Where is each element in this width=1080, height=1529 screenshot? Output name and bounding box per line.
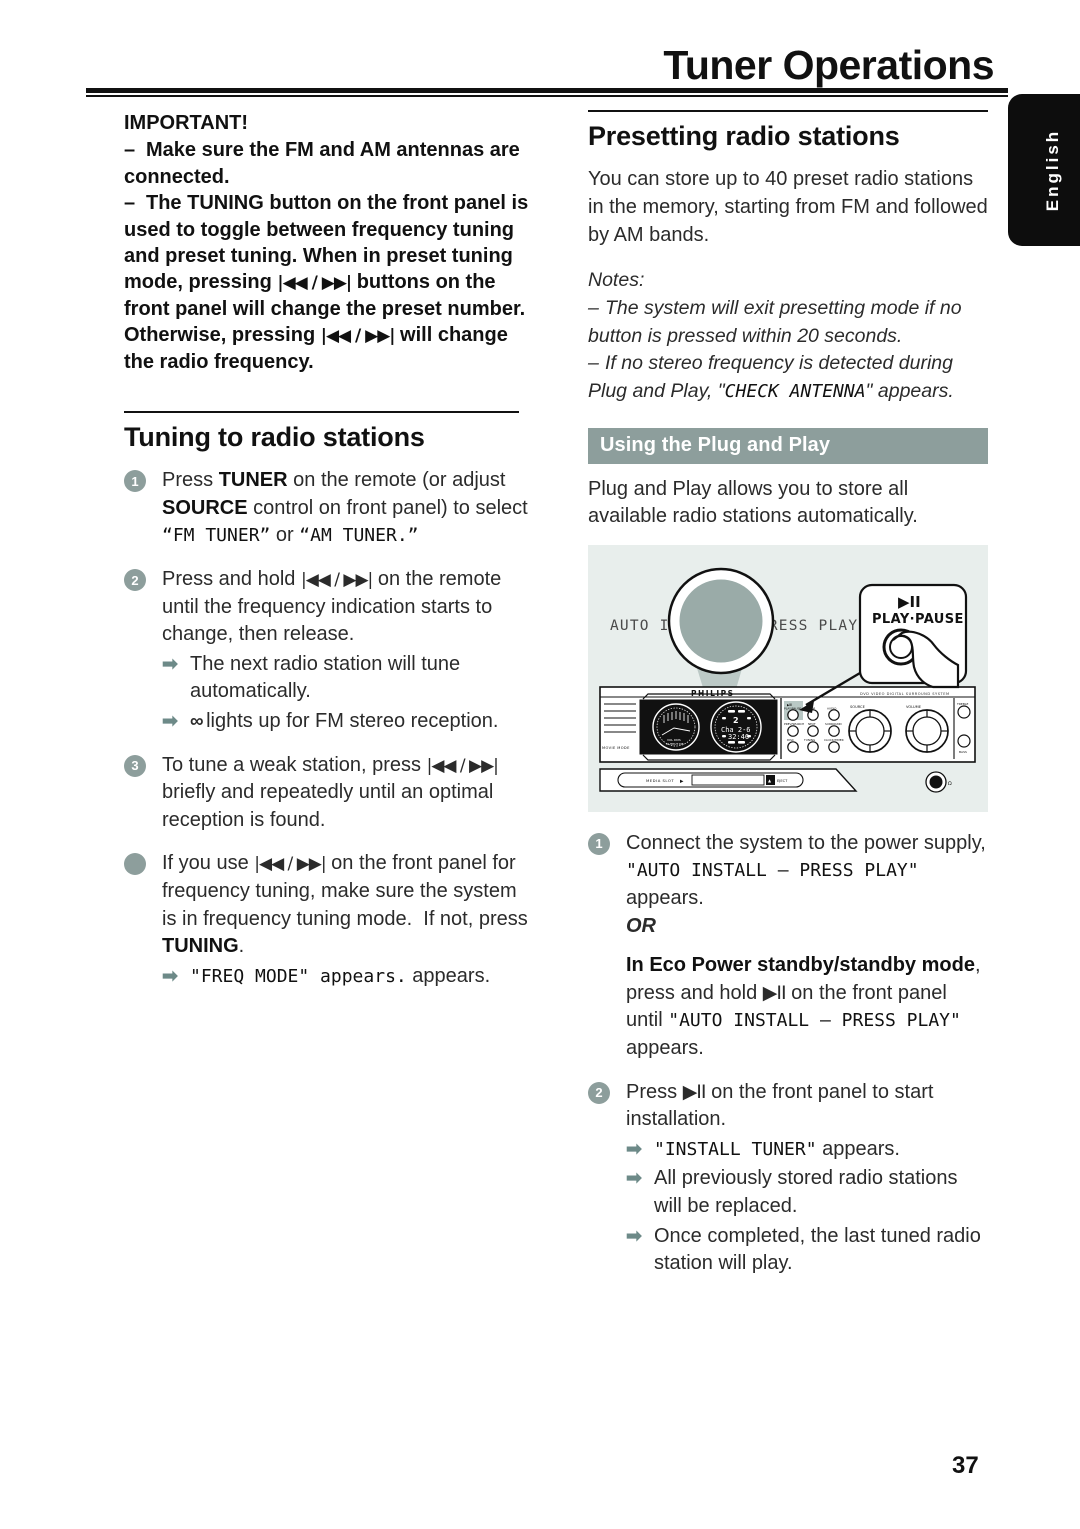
- section-divider: [124, 410, 519, 413]
- plug-and-play-body: Plug and Play allows you to store all av…: [588, 477, 918, 528]
- svg-text:DVD VIDEO DIGITAL SURROUND SYS: DVD VIDEO DIGITAL SURROUND SYSTEM: [860, 692, 950, 696]
- header-rule: [86, 88, 1008, 93]
- plug-and-play-subhead: Using the Plug and Play: [588, 427, 988, 464]
- presetting-heading: Presetting radio stations: [588, 121, 900, 151]
- appears-text: appears.: [406, 964, 491, 987]
- page-number: 37: [952, 1452, 979, 1479]
- step-marker: 1: [588, 832, 610, 855]
- lcd-text: "INSTALL TUNER": [654, 1138, 817, 1160]
- sub-item-text: The next radio station will tune automat…: [190, 652, 461, 703]
- important-title: IMPORTANT!: [124, 112, 249, 134]
- arrow-icon: ➡: [162, 711, 178, 733]
- left-column: IMPORTANT! – Make sure the FM and AM ante…: [124, 110, 536, 1006]
- lcd-text: "AUTO INSTALL – PRESS PLAY": [626, 860, 919, 882]
- dash-marker: –: [124, 192, 136, 215]
- arrow-icon: ➡: [626, 1138, 642, 1160]
- svg-text:Ω: Ω: [948, 781, 952, 787]
- sub-item-text: Once completed, the last tuned radio sta…: [654, 1224, 981, 1275]
- sub-item: ➡ "FREQ MODE" appears. appears.: [162, 963, 536, 991]
- svg-text:MEDIA SLOT: MEDIA SLOT: [646, 778, 674, 783]
- svg-text:2: 2: [733, 716, 739, 725]
- notes-label: Notes:: [588, 269, 645, 292]
- list-item: 2 Press ▶II on the front panel to start …: [588, 1079, 988, 1278]
- svg-text:BASS: BASS: [959, 750, 967, 754]
- or-label: OR: [626, 914, 656, 937]
- prev-next-glyph: |◀◀ / ▶▶|: [426, 755, 499, 776]
- svg-text:OUTPUT DB: OUTPUT DB: [666, 742, 684, 746]
- important-item-1: – Make sure the FM and AM antennas are co…: [124, 137, 536, 190]
- dash-marker: –: [588, 352, 599, 375]
- prev-next-glyph: |◀◀ / ▶▶|: [320, 326, 396, 347]
- eco-power-note: In Eco Power standby/standby mode, press …: [626, 954, 981, 1059]
- lcd-text: "FREQ MODE" appears.: [190, 965, 407, 987]
- pnp-step-1-text: Connect the system to the power supply, …: [626, 831, 986, 909]
- appears-text: appears.: [816, 1137, 900, 1160]
- list-item: 1 Connect the system to the power supply…: [588, 830, 988, 1063]
- arrow-icon: ➡: [626, 1225, 642, 1247]
- step-marker: 1: [124, 470, 146, 493]
- play-pause-glyph: ▶II: [762, 981, 787, 1004]
- sub-item: ➡ All previously stored radio stations wi…: [626, 1165, 988, 1220]
- list-item: 2 Press and hold |◀◀ / ▶▶| on the remote…: [124, 566, 536, 736]
- tuning-section-heading: Tuning to radio stations: [124, 421, 425, 452]
- sub-item-text: All previously stored radio stations wil…: [654, 1167, 958, 1217]
- page-title: Tuner Operations: [663, 42, 994, 88]
- svg-text:VOLUME: VOLUME: [906, 705, 922, 709]
- step-2-text: Press and hold |◀◀ / ▶▶| on the remote u…: [162, 568, 502, 646]
- header-rule-thin: [86, 95, 1008, 97]
- arrow-icon: ➡: [626, 1168, 642, 1190]
- language-tab-label: English: [1043, 128, 1062, 212]
- presetting-body: You can store up to 40 preset radio stat…: [588, 168, 988, 246]
- bullet-marker: [124, 853, 146, 876]
- svg-text:▶: ▶: [680, 779, 684, 784]
- step-marker: 2: [124, 569, 146, 592]
- arrow-icon: ➡: [162, 653, 178, 675]
- svg-text:SOURCE: SOURCE: [850, 705, 866, 709]
- step-1-text: Press TUNER on the remote (or adjust SOU…: [162, 469, 528, 547]
- eco-power-bold: In Eco Power standby/standby mode: [626, 954, 975, 977]
- prev-next-glyph: |◀◀ / ▶▶|: [277, 273, 352, 294]
- language-tab: English: [1008, 94, 1080, 246]
- play-pause-glyph: ▶II: [682, 1080, 707, 1103]
- stereo-icon: ∞: [190, 711, 203, 733]
- sub-item: ➡ The next radio station will tune automa…: [162, 651, 536, 706]
- list-item: 1 Press TUNER on the remote (or adjust S…: [124, 467, 536, 550]
- step-3-text: To tune a weak station, press |◀◀ / ▶▶| …: [162, 753, 499, 831]
- step-marker: 3: [124, 754, 146, 777]
- pnp-step-2-text: Press ▶II on the front panel to start in…: [626, 1080, 934, 1131]
- manual-page: Tuner Operations English IMPORTANT! – Mak…: [0, 0, 1080, 1529]
- prev-next-glyph: |◀◀ / ▶▶|: [254, 854, 326, 875]
- svg-text:▶II: ▶II: [898, 593, 921, 611]
- lcd-text: “FM TUNER”: [162, 525, 271, 547]
- note-item-2: – If no stereo frequency is detected duri…: [588, 352, 954, 402]
- important-item-2: – The TUNING button on the front panel is…: [124, 192, 529, 373]
- list-item: If you use |◀◀ / ▶▶| on the front panel …: [124, 850, 536, 990]
- sub-item: ➡ ∞ lights up for FM stereo reception.: [162, 708, 536, 736]
- sub-item: ➡ Once completed, the last tuned radio st…: [626, 1223, 988, 1278]
- svg-text:32:46: 32:46: [728, 733, 749, 741]
- dash-marker: –: [124, 139, 136, 162]
- arrow-icon: ➡: [162, 965, 178, 987]
- section-divider: [588, 110, 988, 112]
- important-item-1-text: Make sure the FM and AM antennas are con…: [124, 139, 520, 188]
- lcd-text: CHECK ANTENNA: [724, 380, 866, 402]
- sub-item: ➡ "INSTALL TUNER" appears.: [626, 1136, 988, 1164]
- svg-text:EJECT: EJECT: [777, 779, 788, 783]
- list-item: 3 To tune a weak station, press |◀◀ / ▶▶…: [124, 752, 536, 835]
- bullet-text: If you use |◀◀ / ▶▶| on the front panel …: [162, 852, 528, 958]
- svg-text:TREBLE: TREBLE: [956, 702, 969, 706]
- svg-text:PLAY·PAUSE: PLAY·PAUSE: [872, 612, 964, 627]
- step-marker: 2: [588, 1081, 610, 1104]
- svg-text:MOVIE MODE: MOVIE MODE: [602, 746, 630, 750]
- note-item-1: – The system will exit presetting mode if…: [588, 295, 988, 350]
- note-item-1-text: The system will exit presetting mode if …: [588, 296, 962, 347]
- lcd-text: "AUTO INSTALL – PRESS PLAY": [668, 1010, 961, 1032]
- lcd-text: “AM TUNER.”: [299, 525, 419, 547]
- dash-marker: –: [588, 296, 599, 319]
- right-column: Presetting radio stations You can store …: [588, 110, 988, 1294]
- front-panel-illustration: AUTO INSTALL - PRESS PLAY PHILIPS DVD VI…: [588, 544, 988, 812]
- notes-block: Notes: – The system will exit presetting …: [588, 267, 988, 405]
- prev-next-glyph: |◀◀ / ▶▶|: [300, 570, 373, 591]
